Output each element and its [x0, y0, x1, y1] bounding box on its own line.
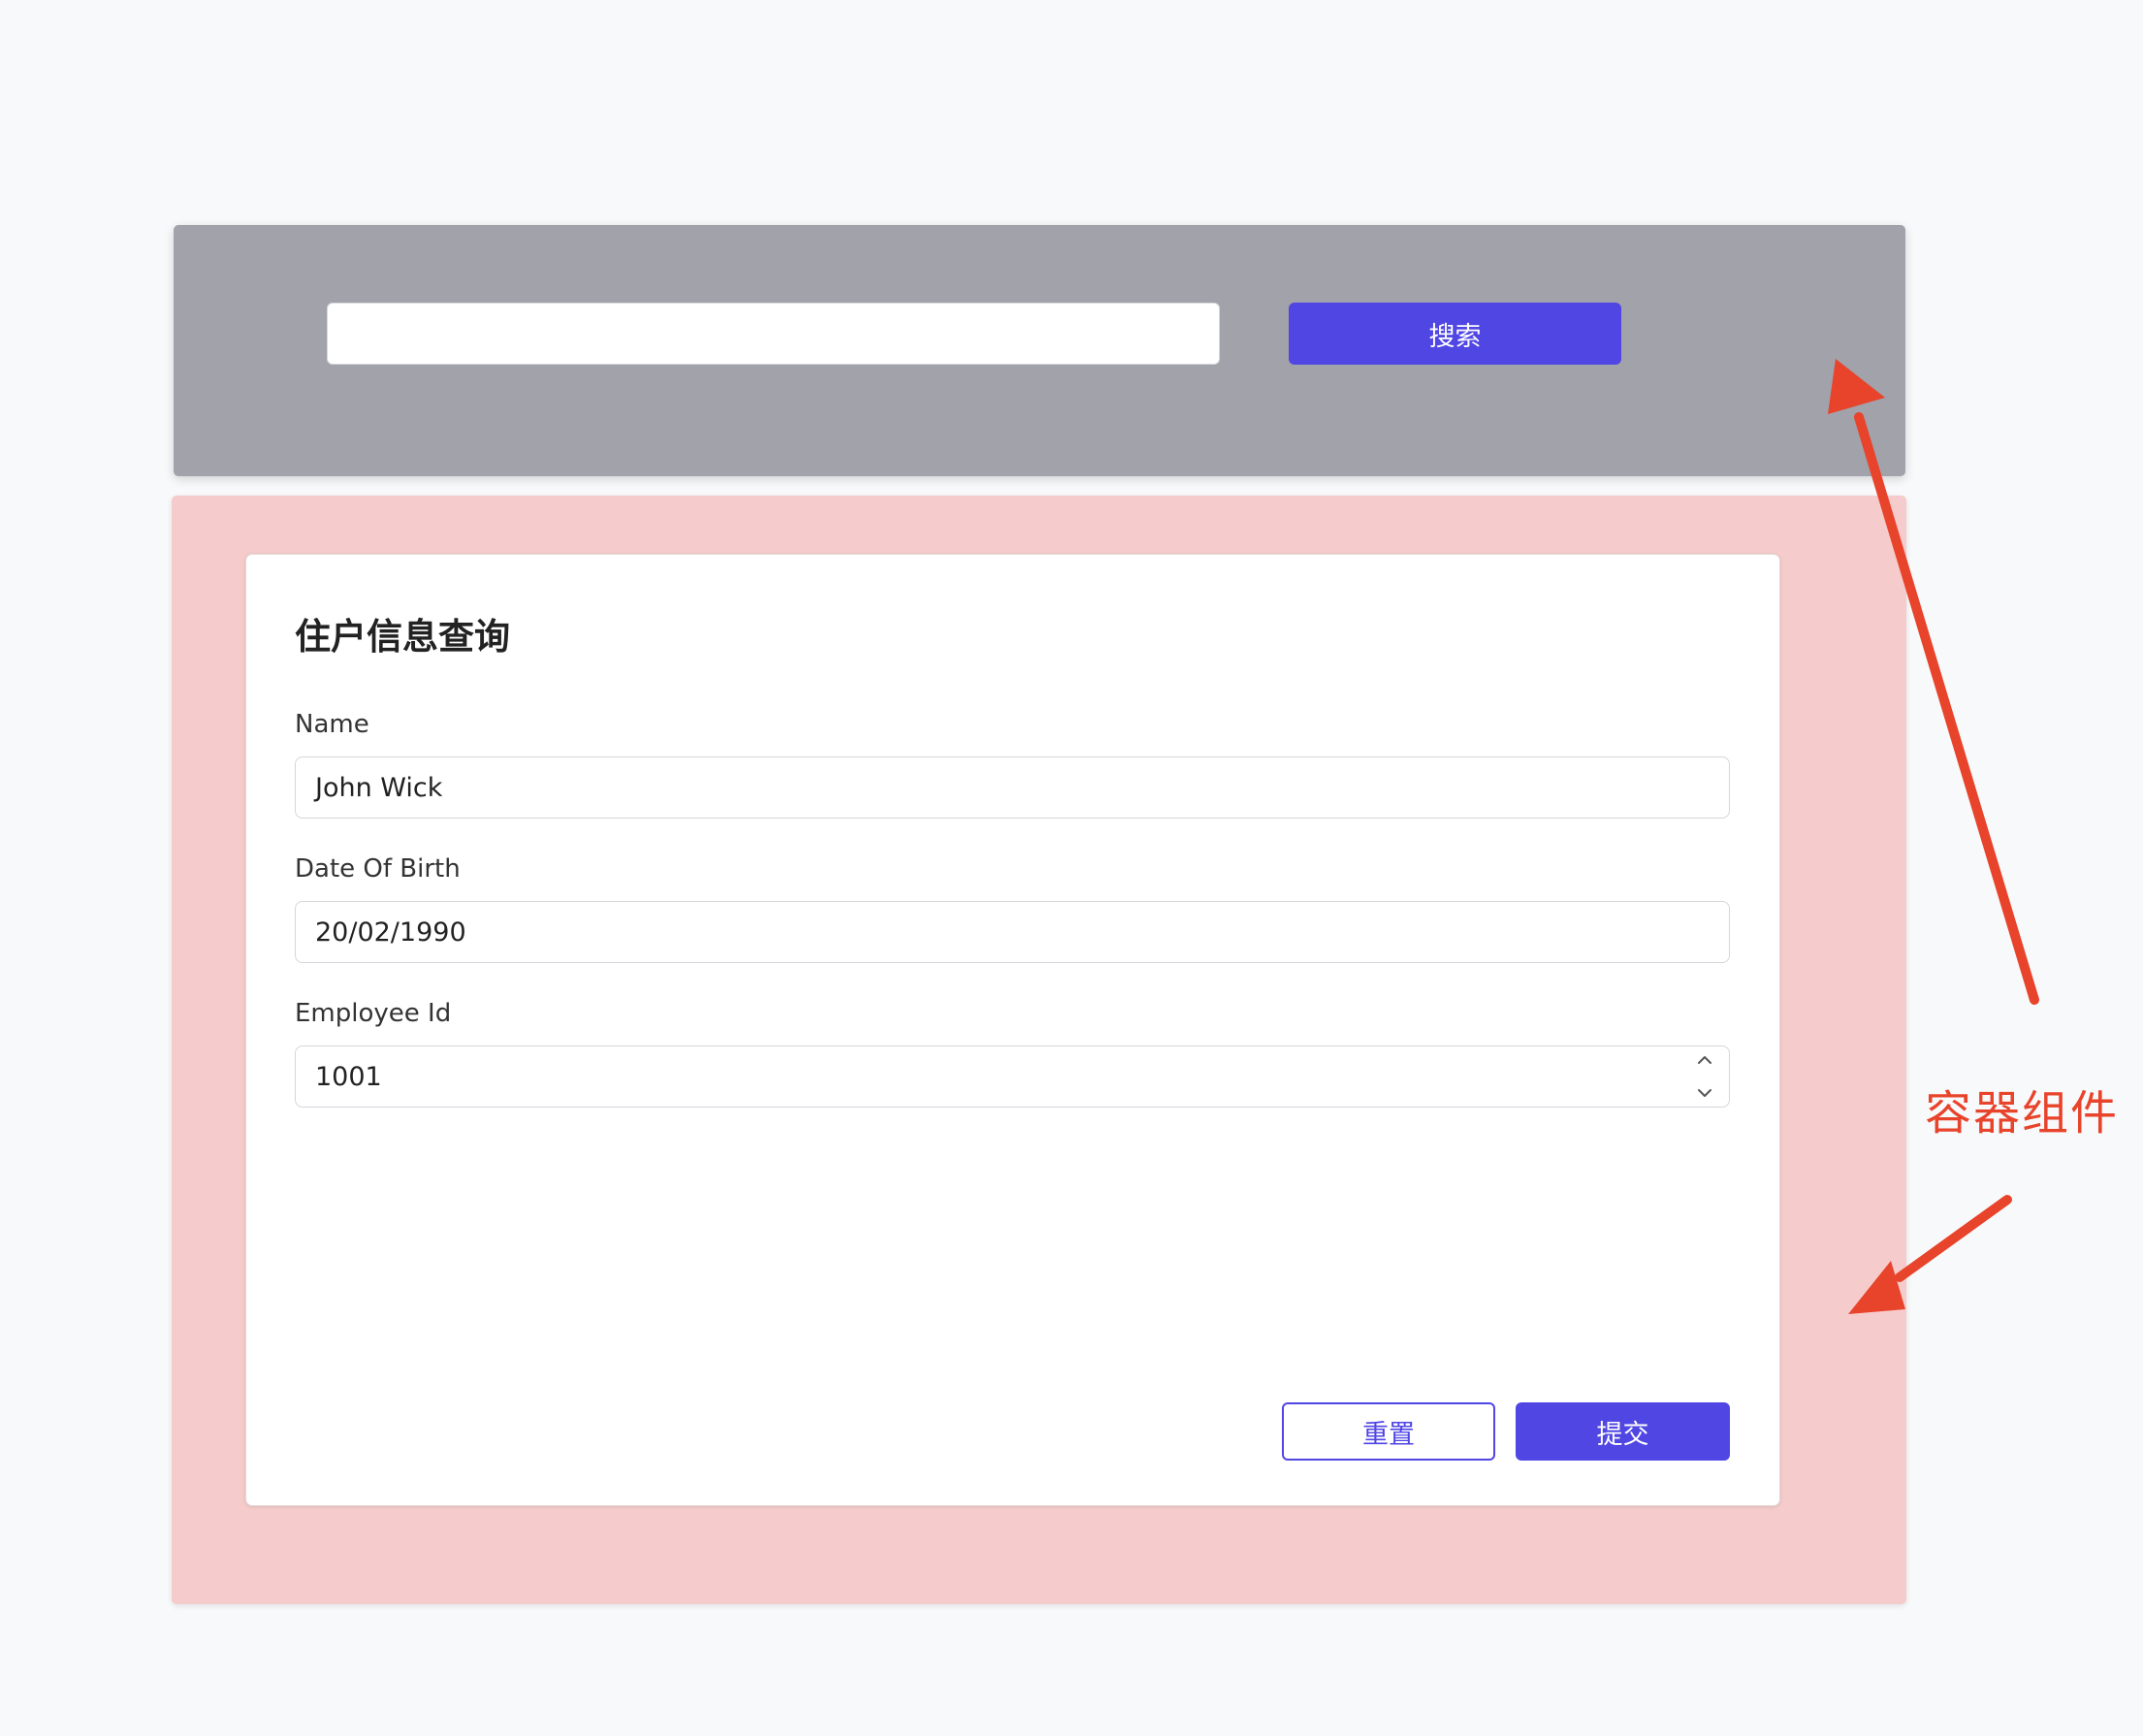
annotation-label: 容器组件: [1925, 1086, 2120, 1141]
arrow-to-search-container: [1828, 359, 2039, 1005]
arrow-to-pink-container: [1848, 1195, 2012, 1314]
annotation-arrows: [1828, 359, 2039, 1314]
